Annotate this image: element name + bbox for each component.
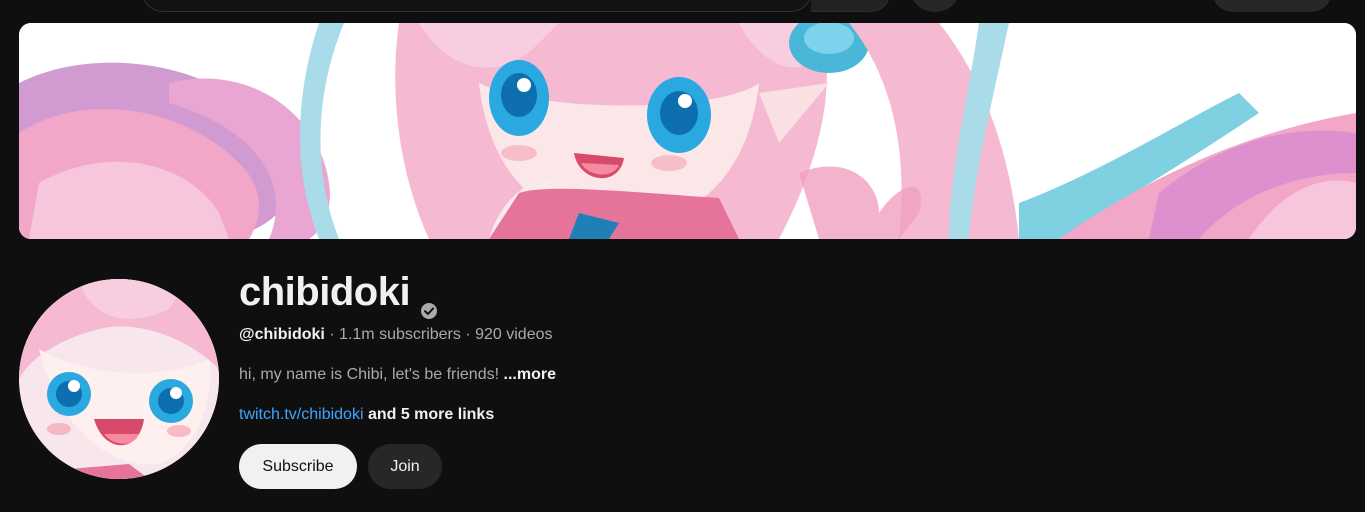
meta-separator: · <box>460 326 476 343</box>
mic-button[interactable] <box>911 0 959 12</box>
banner-artwork <box>19 23 1356 239</box>
channel-page: chibidoki @chibidoki · 1.1m subscribers … <box>0 0 1365 512</box>
avatar-artwork <box>19 279 219 479</box>
verified-check-icon <box>420 285 438 319</box>
channel-name-text: chibidoki <box>239 269 411 314</box>
top-right-button[interactable] <box>1212 0 1332 12</box>
channel-banner <box>19 23 1356 239</box>
description-text: hi, my name is Chibi, let's be friends! <box>239 366 504 383</box>
channel-handle: @chibidoki <box>239 326 325 343</box>
video-count: 920 videos <box>475 326 553 343</box>
subscriber-count: 1.1m subscribers <box>339 326 461 343</box>
channel-name: chibidoki <box>239 266 438 319</box>
subscribe-button[interactable]: Subscribe <box>239 444 357 489</box>
channel-description[interactable]: hi, my name is Chibi, let's be friends! … <box>239 366 556 384</box>
channel-meta: @chibidoki · 1.1m subscribers · 920 vide… <box>239 326 552 344</box>
search-button[interactable] <box>811 0 891 12</box>
channel-avatar[interactable] <box>19 279 219 479</box>
channel-link[interactable]: twitch.tv/chibidoki <box>239 406 364 423</box>
description-more-link[interactable]: ...more <box>504 366 556 383</box>
more-links-button[interactable]: and 5 more links <box>364 406 494 423</box>
search-input[interactable] <box>142 0 812 12</box>
meta-separator: · <box>324 326 340 343</box>
channel-links: twitch.tv/chibidoki and 5 more links <box>239 406 494 424</box>
join-button[interactable]: Join <box>368 444 442 489</box>
